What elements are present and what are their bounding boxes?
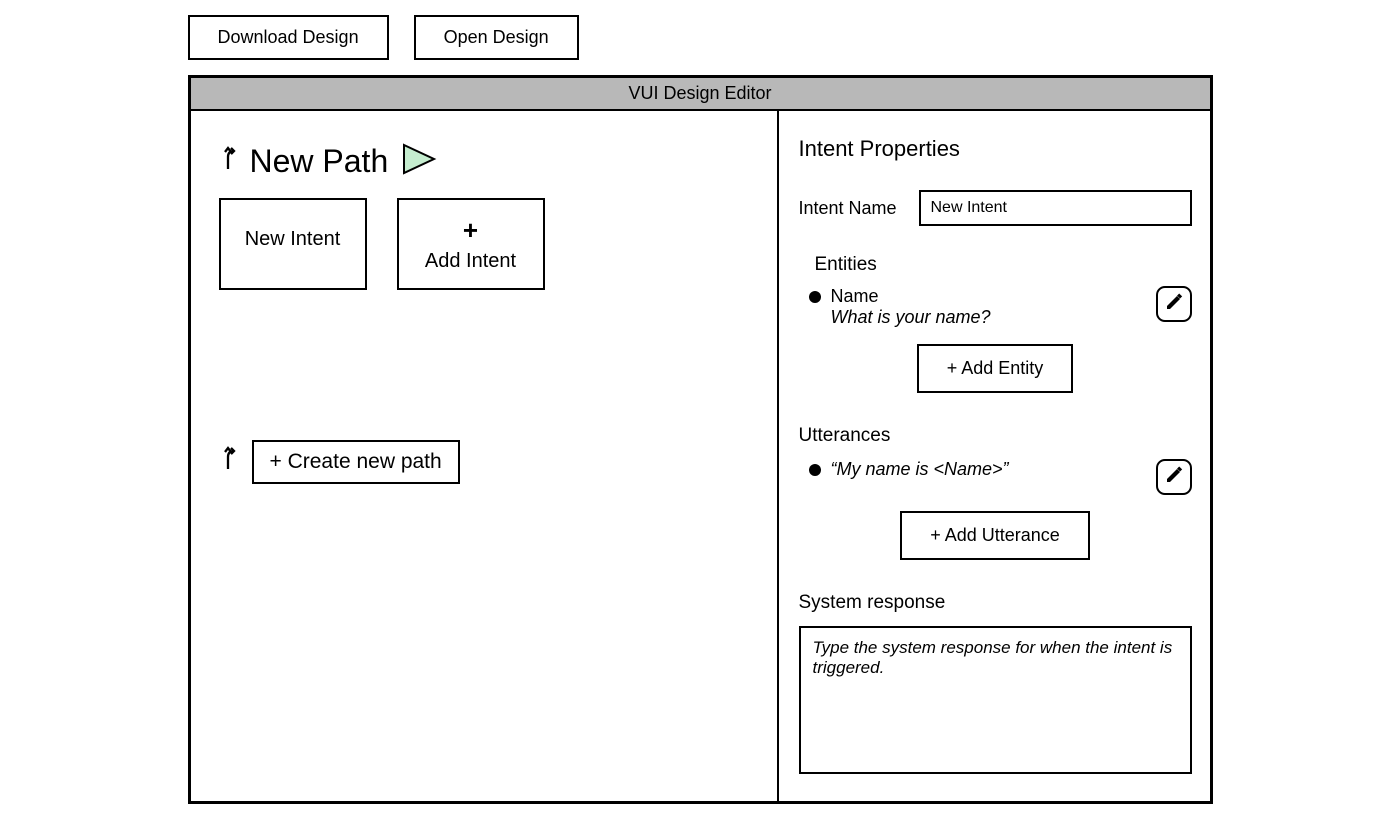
intent-node[interactable]: New Intent	[219, 198, 367, 290]
window-title: VUI Design Editor	[191, 78, 1210, 111]
add-utterance-button[interactable]: + Add Utterance	[900, 511, 1090, 560]
create-new-path-button[interactable]: + Create new path	[252, 440, 460, 484]
branch-icon	[216, 445, 244, 478]
edit-entity-button[interactable]	[1156, 286, 1192, 322]
pencil-icon	[1164, 292, 1184, 317]
system-response-input[interactable]	[799, 626, 1192, 774]
entity-item: Name What is your name?	[809, 286, 1192, 328]
intent-name-label: Intent Name	[799, 198, 909, 219]
utterances-title: Utterances	[799, 425, 1192, 447]
utterance-text: “My name is <Name>”	[831, 459, 1009, 479]
edit-utterance-button[interactable]	[1156, 459, 1192, 495]
properties-title: Intent Properties	[799, 136, 1192, 162]
bullet-icon	[809, 464, 821, 476]
branch-icon	[216, 145, 244, 178]
entities-title: Entities	[815, 254, 1192, 276]
entity-question: What is your name?	[831, 307, 1148, 328]
download-design-button[interactable]: Download Design	[188, 15, 389, 60]
top-button-bar: Download Design Open Design	[188, 15, 1213, 60]
open-design-button[interactable]: Open Design	[414, 15, 579, 60]
canvas-pane: New Path New Intent + Add Intent	[191, 111, 779, 801]
path-title: New Path	[250, 143, 389, 180]
add-intent-label: Add Intent	[425, 250, 516, 272]
add-intent-button[interactable]: + Add Intent	[397, 198, 545, 290]
intent-name-input[interactable]	[919, 190, 1192, 226]
pencil-icon	[1164, 465, 1184, 490]
plus-icon: +	[419, 214, 523, 248]
bullet-icon	[809, 291, 821, 303]
system-response-title: System response	[799, 592, 1192, 614]
utterance-item: “My name is <Name>”	[809, 459, 1192, 495]
editor-window: VUI Design Editor New Path	[188, 75, 1213, 804]
add-entity-button[interactable]: + Add Entity	[917, 344, 1074, 393]
properties-pane: Intent Properties Intent Name Entities N…	[779, 111, 1210, 801]
play-button[interactable]	[400, 141, 440, 182]
entity-name: Name	[831, 286, 1148, 307]
